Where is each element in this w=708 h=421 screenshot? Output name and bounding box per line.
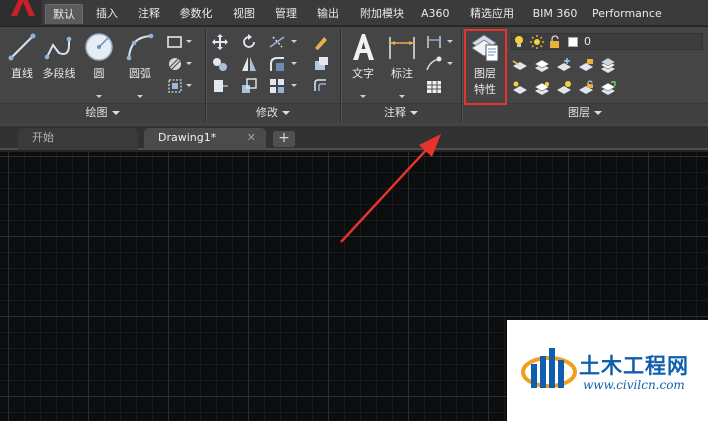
layer-thaw-icon[interactable] [555, 80, 573, 98]
array-icon[interactable] [268, 77, 286, 95]
arc-icon [126, 33, 154, 61]
tab-addins[interactable]: 附加模块 [356, 4, 408, 24]
chevron-down-icon[interactable] [447, 40, 453, 43]
chevron-down-icon[interactable] [291, 40, 297, 43]
linear-dimension-icon[interactable] [425, 33, 443, 51]
chevron-down-icon [282, 111, 290, 115]
layers-panel-title[interactable]: 图层 [462, 105, 708, 121]
tab-annotate[interactable]: 注释 [134, 4, 164, 24]
watermark-url: www.civilcn.com [583, 378, 685, 392]
highlight-box [464, 29, 507, 105]
arc-button[interactable]: 圆弧 [121, 31, 159, 81]
rectangle-icon[interactable] [166, 33, 184, 51]
chevron-down-icon [410, 111, 418, 115]
new-tab-button[interactable]: + [273, 131, 295, 147]
mirror-icon[interactable] [240, 55, 258, 73]
layer-unlock-icon[interactable] [577, 80, 595, 98]
boundary-icon[interactable] [166, 77, 184, 95]
line-icon [8, 33, 36, 61]
stretch-icon[interactable] [211, 77, 229, 95]
tab-featured-apps[interactable]: 精选应用 [464, 4, 520, 24]
watermark-title: 土木工程网 [579, 354, 689, 378]
menu-bar: 默认 插入 注释 参数化 视图 管理 输出 附加模块 A360 精选应用 BIM… [0, 0, 708, 26]
chevron-down-icon[interactable] [447, 62, 453, 65]
layer-off-icon[interactable] [511, 57, 529, 75]
tab-default[interactable]: 默认 [45, 4, 83, 24]
tab-performance[interactable]: Performance [590, 4, 662, 24]
line-button[interactable]: 直线 [3, 31, 41, 81]
dimension-button[interactable]: 标注 [383, 31, 421, 81]
move-icon[interactable] [211, 33, 229, 51]
erase-icon[interactable] [312, 33, 330, 51]
draw-panel-title[interactable]: 绘图 [0, 105, 205, 121]
chevron-down-icon[interactable] [360, 95, 366, 98]
tab-output[interactable]: 输出 [313, 4, 343, 24]
chevron-down-icon[interactable] [186, 62, 192, 65]
close-icon[interactable]: ✕ [247, 128, 256, 148]
chevron-down-icon[interactable] [137, 95, 143, 98]
polyline-icon [44, 36, 72, 60]
trim-icon[interactable] [268, 33, 286, 51]
ribbon: 绘图 修改 注释 图层 直线 多段线 圆 圆弧 文字 标注 图层 特性 0 [0, 27, 708, 126]
chevron-down-icon[interactable] [399, 95, 405, 98]
fillet-icon[interactable] [268, 55, 286, 73]
modify-panel-title[interactable]: 修改 [206, 105, 340, 121]
text-icon [353, 34, 374, 60]
tab-view[interactable]: 视图 [229, 4, 259, 24]
leader-icon[interactable] [425, 55, 443, 73]
tab-drawing1[interactable]: Drawing1* ✕ [144, 128, 266, 150]
layer-freeze-icon[interactable] [555, 57, 573, 75]
circle-button[interactable]: 圆 [80, 31, 118, 81]
scale-icon[interactable] [240, 77, 258, 95]
layer-isolate-icon[interactable] [533, 57, 551, 75]
tab-insert[interactable]: 插入 [92, 4, 122, 24]
dimension-icon [389, 37, 415, 59]
lightbulb-icon [515, 36, 523, 47]
text-button[interactable]: 文字 [344, 31, 382, 81]
offset-icon[interactable] [312, 77, 330, 95]
layer-color-swatch [568, 37, 578, 47]
layer-match-icon[interactable] [599, 80, 617, 98]
application-menu-button[interactable] [0, 0, 42, 26]
tab-start[interactable]: 开始 [18, 128, 138, 150]
circle-icon [85, 33, 113, 61]
layer-stack-icon[interactable] [599, 57, 617, 75]
chevron-down-icon[interactable] [186, 84, 192, 87]
hatch-icon[interactable] [166, 55, 184, 73]
chevron-down-icon[interactable] [291, 62, 297, 65]
annotation-panel-title[interactable]: 注释 [341, 105, 461, 121]
polyline-button[interactable]: 多段线 [40, 31, 78, 81]
tab-manage[interactable]: 管理 [271, 4, 301, 24]
watermark-logo [521, 348, 577, 388]
explode-icon[interactable] [312, 55, 330, 73]
file-tab-bar: 开始 Drawing1* ✕ + [0, 126, 708, 150]
rotate-icon[interactable] [240, 33, 258, 51]
layer-lock-icon[interactable] [577, 57, 595, 75]
autocad-logo-icon [11, 0, 35, 16]
chevron-down-icon [594, 111, 602, 115]
layer-on-icon[interactable] [511, 80, 529, 98]
tab-a360[interactable]: A360 [419, 4, 451, 24]
table-icon[interactable] [425, 78, 443, 96]
layer-dropdown[interactable]: 0 [511, 33, 703, 50]
copy-icon[interactable] [211, 55, 229, 73]
watermark: 土木工程网 www.civilcn.com [507, 320, 708, 421]
chevron-down-icon[interactable] [186, 40, 192, 43]
chevron-down-icon[interactable] [291, 84, 297, 87]
tab-parametric[interactable]: 参数化 [176, 4, 216, 24]
unlock-icon [550, 35, 559, 48]
chevron-down-icon[interactable] [96, 95, 102, 98]
layer-unisolate-icon[interactable] [533, 80, 551, 98]
chevron-down-icon [111, 111, 120, 115]
sun-icon [530, 35, 544, 49]
tab-bim360[interactable]: BIM 360 [530, 4, 580, 24]
